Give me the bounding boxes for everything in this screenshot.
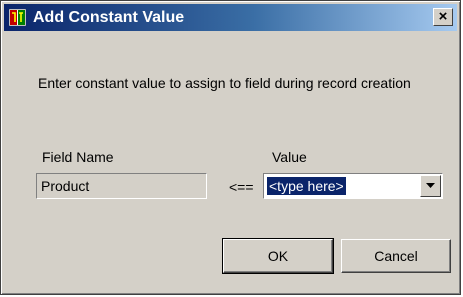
value-label: Value [272, 149, 307, 165]
field-name-label: Field Name [42, 149, 114, 165]
window-title: Add Constant Value [33, 9, 185, 26]
assign-arrow-label: <== [229, 179, 254, 195]
chevron-down-icon [426, 183, 435, 188]
title-bar[interactable]: Add Constant Value × [4, 4, 457, 31]
field-name-display: Product [36, 173, 207, 199]
app-icon [9, 9, 26, 26]
value-input[interactable]: <type here> [267, 177, 346, 195]
dropdown-button[interactable] [420, 175, 441, 197]
value-combobox[interactable]: <type here> [263, 173, 443, 199]
ok-button[interactable]: OK [222, 238, 334, 274]
close-icon: × [438, 8, 448, 25]
instruction-text: Enter constant value to assign to field … [38, 75, 411, 91]
dialog-window: Add Constant Value × Enter constant valu… [0, 0, 461, 295]
close-button[interactable]: × [433, 8, 453, 26]
cancel-button[interactable]: Cancel [341, 239, 451, 273]
